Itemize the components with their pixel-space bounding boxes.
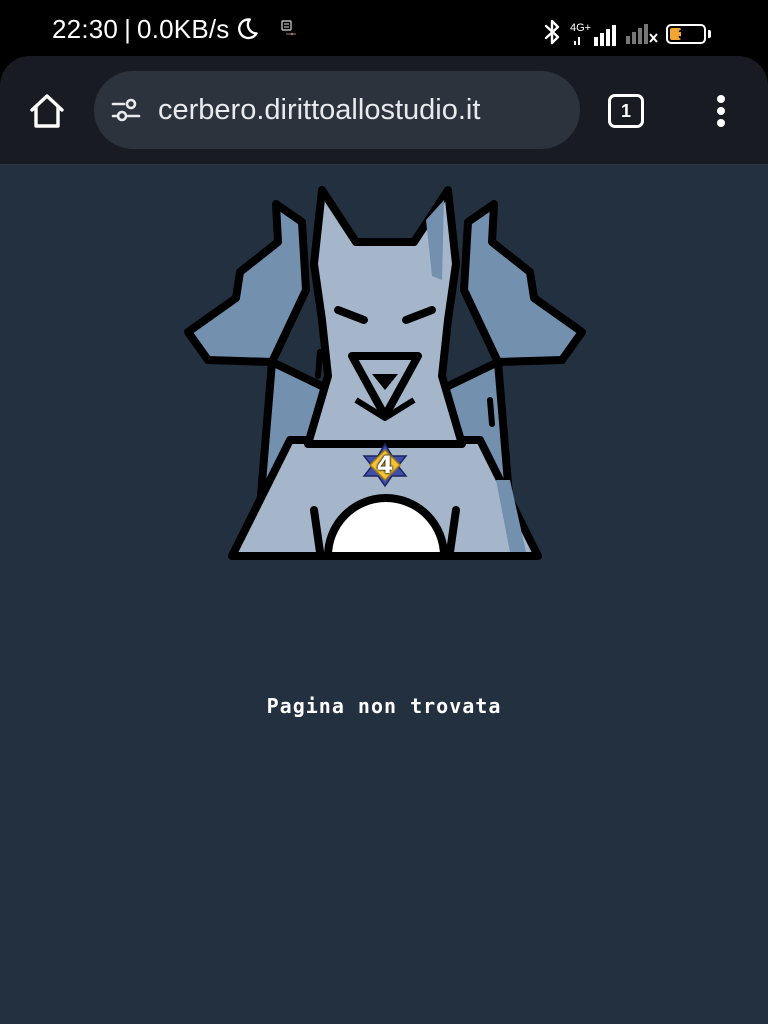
status-left: 22:30 | 0.0KB/s bbox=[52, 14, 298, 44]
badge-four-icon: 4 bbox=[362, 442, 408, 488]
signal-icon: 4G+ bbox=[570, 21, 618, 47]
address-bar[interactable]: cerbero.dirittoallostudio.it bbox=[94, 71, 580, 149]
home-icon bbox=[30, 94, 64, 128]
signal-off-icon bbox=[624, 19, 660, 49]
not-found-message: Pagina non trovata bbox=[266, 694, 502, 718]
more-vert-icon bbox=[717, 95, 725, 127]
more-menu-button[interactable] bbox=[706, 90, 736, 132]
moon-icon bbox=[234, 16, 260, 42]
status-net-speed: 0.0KB/s bbox=[137, 13, 230, 44]
tab-switcher-button[interactable]: 1 bbox=[608, 94, 644, 128]
cerberus-icon bbox=[180, 180, 590, 570]
notification-icon bbox=[280, 20, 298, 38]
badge-number: 4 bbox=[376, 451, 394, 479]
battery-icon: 33 bbox=[666, 23, 712, 45]
status-time: 22:30 bbox=[52, 13, 119, 44]
home-button[interactable] bbox=[26, 90, 68, 132]
status-bar: 22:30 | 0.0KB/s 4G+ 33 bbox=[0, 0, 768, 56]
status-separator: | bbox=[124, 13, 132, 44]
tab-count: 1 bbox=[620, 100, 631, 121]
url-text[interactable]: cerbero.dirittoallostudio.it bbox=[158, 94, 480, 127]
tune-icon[interactable] bbox=[110, 94, 142, 126]
bluetooth-icon bbox=[540, 18, 564, 50]
status-right: 4G+ 33 bbox=[540, 19, 712, 49]
battery-level: 33 bbox=[678, 26, 694, 42]
browser-toolbar: cerbero.dirittoallostudio.it 1 bbox=[0, 56, 768, 165]
network-type-label: 4G+ bbox=[570, 22, 592, 34]
